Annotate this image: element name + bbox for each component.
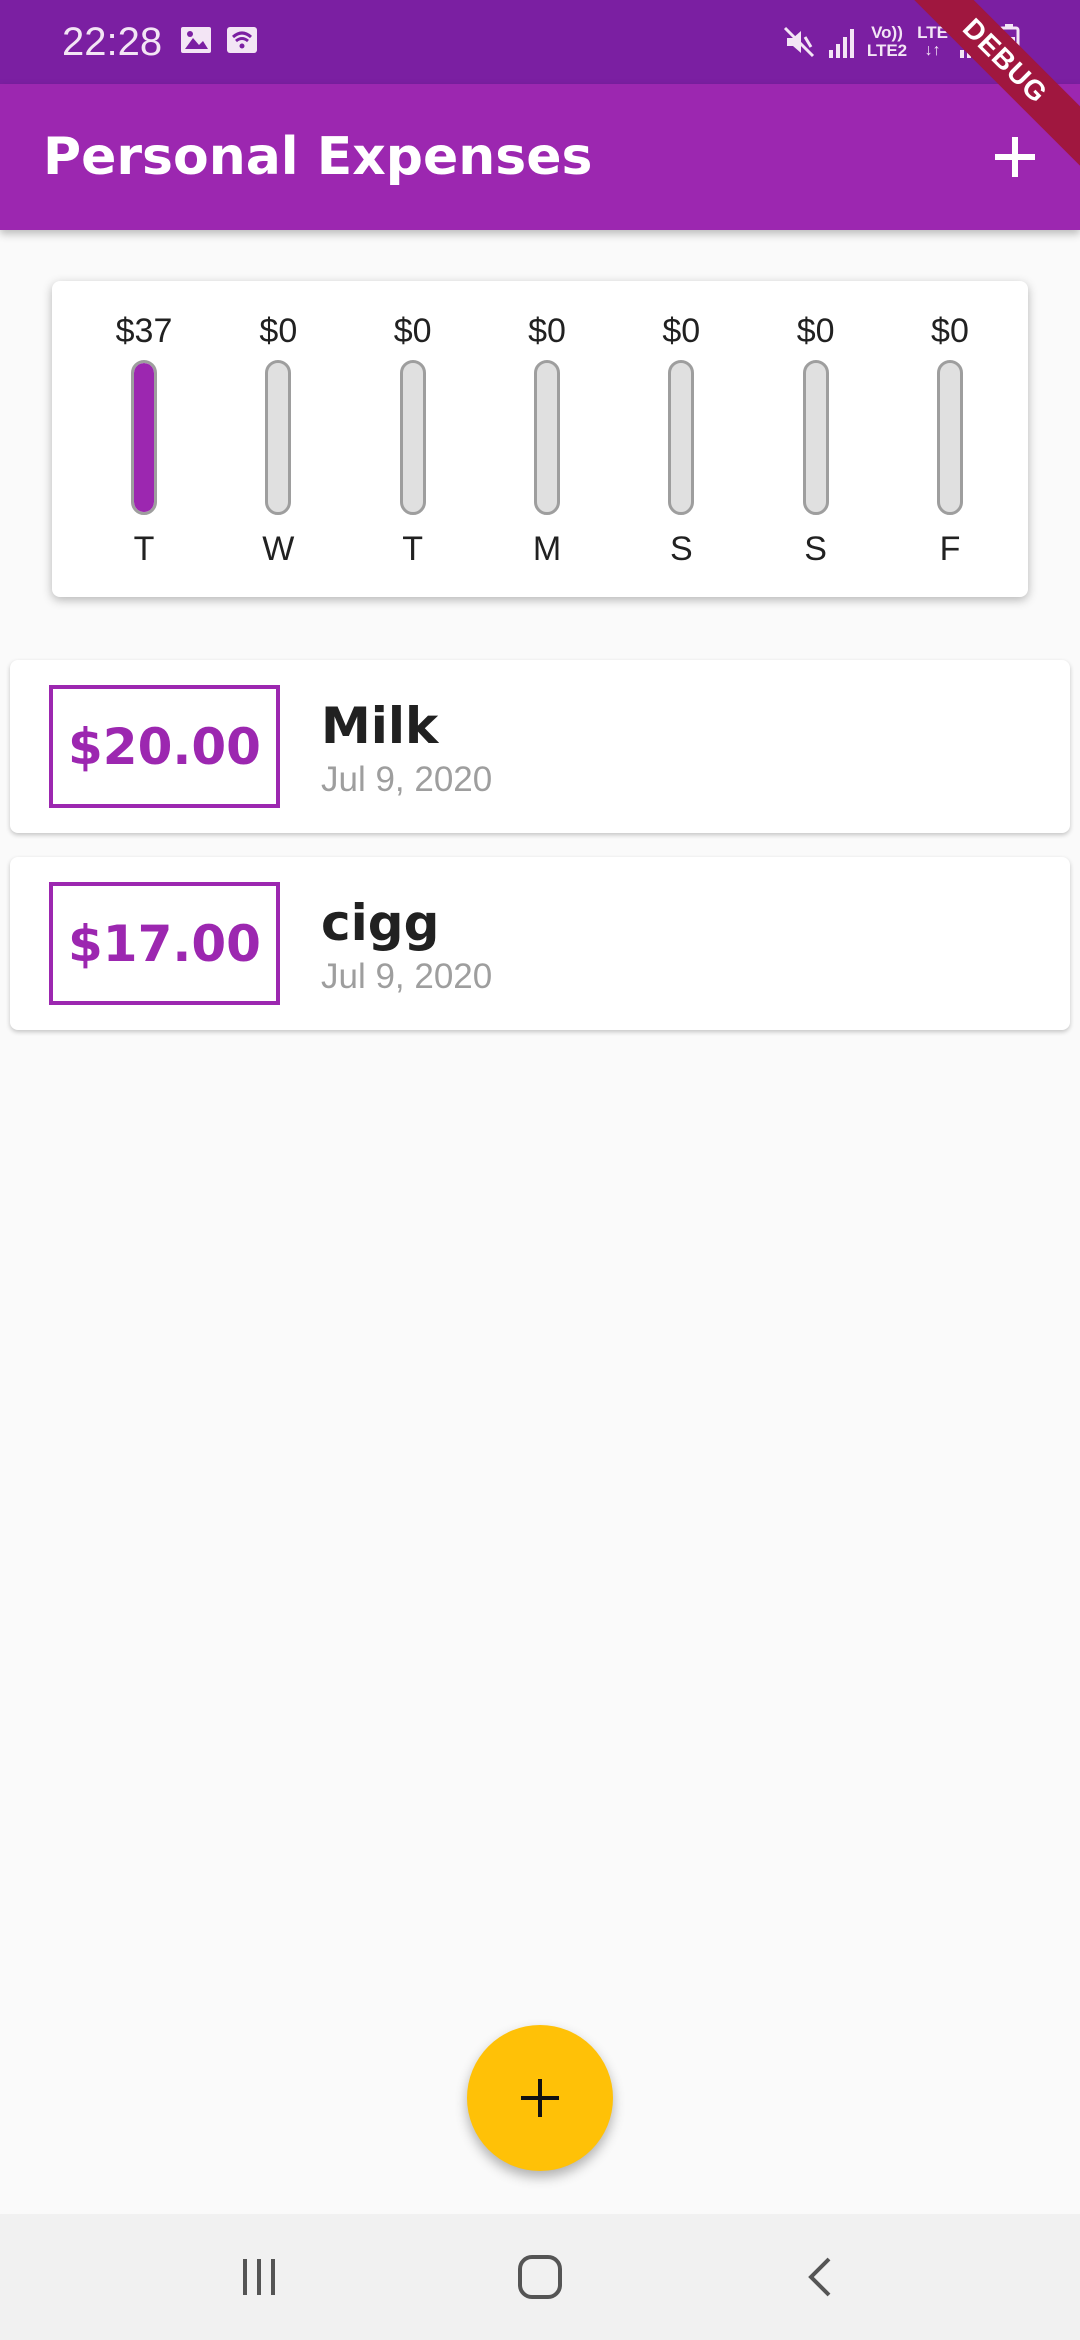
chart-day-label: S <box>804 530 827 568</box>
transaction-date: Jul 9, 2020 <box>321 957 493 996</box>
transaction-title: cigg <box>321 894 440 952</box>
chart-amount-label: $37 <box>115 312 173 350</box>
chart-amount-label: $0 <box>528 312 566 350</box>
chart-column: $0 W <box>223 281 333 597</box>
weekly-chart: $37 T $0 W $0 T $0 M $0 S $0 S $0 F <box>52 281 1028 597</box>
chart-amount-label: $0 <box>259 312 298 350</box>
chart-bar <box>399 360 426 515</box>
home-icon <box>518 2255 562 2299</box>
chart-amount-label: $0 <box>931 312 969 350</box>
volte-line2: LTE2 <box>866 41 908 60</box>
chart-bars-row: $37 T $0 W $0 T $0 M $0 S $0 S $0 F <box>89 281 1005 597</box>
lte-arrows-icon: ↓↑ <box>924 42 941 59</box>
chart-day-label: W <box>262 530 295 568</box>
chart-column: $0 T <box>358 281 468 597</box>
chart-bar-fill <box>134 363 154 512</box>
plus-icon <box>521 2079 559 2117</box>
volte-line1: Vo)) <box>871 23 903 42</box>
chart-column: $0 S <box>626 281 736 597</box>
transaction-date: Jul 9, 2020 <box>321 760 493 799</box>
chart-day-label: M <box>532 530 562 568</box>
chart-bar <box>533 360 560 515</box>
chart-bar <box>936 360 963 515</box>
chart-amount-label: $0 <box>796 312 835 350</box>
chart-amount-label: $0 <box>393 312 432 350</box>
plus-icon <box>995 137 1035 177</box>
chart-day-label: F <box>939 530 961 568</box>
chart-bar <box>131 360 157 515</box>
add-fab-button[interactable] <box>467 2025 613 2171</box>
chart-bar <box>668 360 695 515</box>
app-title: Personal Expenses <box>43 127 593 187</box>
chart-day-label: S <box>669 530 693 568</box>
wifi-icon <box>224 22 264 62</box>
chart-day-label: T <box>133 530 155 568</box>
chart-column: $0 S <box>761 281 871 597</box>
chart-day-label: T <box>402 530 424 568</box>
home-button[interactable] <box>495 2242 585 2312</box>
system-nav-bar <box>0 2214 1080 2340</box>
image-icon <box>178 22 218 62</box>
transaction-card[interactable]: $20.00 Milk Jul 9, 2020 <box>10 660 1070 833</box>
volte-icon: Vo)) LTE2 <box>867 24 907 60</box>
mute-icon <box>781 24 817 60</box>
status-bar: 22:28 Vo)) LTE2 LTE ↓↑ <box>0 0 1080 84</box>
signal-icon <box>827 24 857 60</box>
chart-column: $37 T <box>89 281 199 597</box>
transaction-amount: $20.00 <box>49 685 280 808</box>
transaction-title: Milk <box>321 697 439 755</box>
back-button[interactable] <box>776 2242 866 2312</box>
app-bar: Personal Expenses <box>0 84 1080 230</box>
chart-column: $0 M <box>492 281 602 597</box>
recent-apps-button[interactable] <box>214 2242 304 2312</box>
chart-column: $0 F <box>895 281 1005 597</box>
status-time: 22:28 <box>62 20 163 64</box>
recent-apps-icon <box>243 2259 275 2295</box>
transaction-card[interactable]: $17.00 cigg Jul 9, 2020 <box>10 857 1070 1030</box>
back-icon <box>808 2257 831 2297</box>
transaction-amount: $17.00 <box>49 882 280 1005</box>
chart-bar <box>802 360 829 515</box>
chart-amount-label: $0 <box>662 312 701 350</box>
chart-bar <box>265 360 292 515</box>
